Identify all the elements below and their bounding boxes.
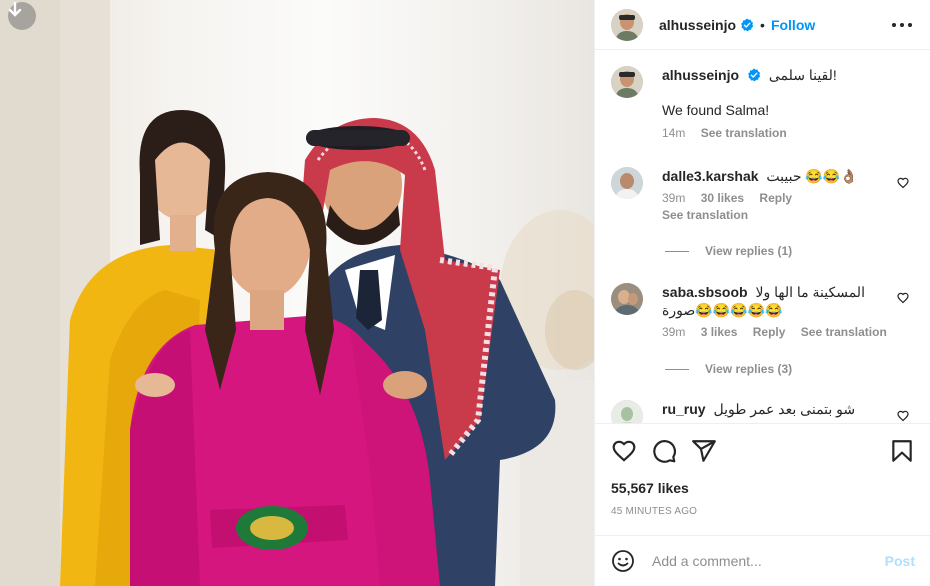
comment-likes[interactable]: 30 likes [701,191,744,205]
view-replies-button[interactable]: View replies (3) [665,362,792,376]
comment-input[interactable] [652,553,872,569]
comment: dalle3.karshak حبيبت 😂😂👌🏽 39m 30 likes R… [611,167,915,227]
comment-username[interactable]: saba.sbsoob [662,284,748,300]
follow-button[interactable]: Follow [771,17,815,33]
download-button[interactable] [8,2,36,30]
verified-icon [741,18,754,31]
avatar[interactable] [611,8,643,41]
avatar-image [611,66,643,98]
heart-icon[interactable] [611,438,637,464]
add-comment-bar: Post [595,535,930,586]
reply-button[interactable]: Reply [759,191,792,205]
post-panel: alhusseinjo • Follow alhusseinjo لقينا س… [594,0,930,586]
caption-english: We found Salma! [662,102,770,118]
heart-icon[interactable] [897,292,909,304]
post-timestamp[interactable]: 45 MINUTES AGO [611,506,697,517]
comment-time[interactable]: 39m [662,191,685,205]
verified-icon [748,68,761,82]
see-translation-link[interactable]: See translation [701,126,787,140]
see-translation-link[interactable]: See translation [662,208,915,222]
comment: saba.sbsoob المسكينة ما الها ولا صورة😂😂😂… [611,283,915,353]
post-actions: 55,567 likes 45 MINUTES AGO [595,423,930,535]
caption-arabic: لقينا سلمى! [768,67,837,83]
post-comment-button[interactable]: Post [885,553,915,569]
comment-username[interactable]: ru_ruy [662,401,706,417]
heart-icon[interactable] [897,177,909,189]
download-icon [8,2,22,17]
comment: ru_ruy شو بتمنى بعد عمر طويل [611,400,915,423]
comment-username[interactable]: dalle3.karshak [662,168,759,184]
more-options-button[interactable] [892,17,912,33]
see-translation-link[interactable]: See translation [801,325,887,339]
separator-dot: • [760,16,765,33]
heart-icon[interactable] [897,410,909,422]
avatar-image [611,167,643,199]
post-header: alhusseinjo • Follow [595,0,930,50]
avatar-image [611,8,643,41]
emoji-icon[interactable] [611,549,635,573]
author-username[interactable]: alhusseinjo [659,17,736,33]
avatar[interactable] [611,400,643,423]
likes-count[interactable]: 55,567 likes [611,480,689,496]
comment-text: شو بتمنى بعد عمر طويل [713,401,856,417]
avatar-image [611,400,643,423]
comment-likes[interactable]: 3 likes [701,325,738,339]
bookmark-icon[interactable] [889,438,915,464]
caption-username[interactable]: alhusseinjo [662,67,739,83]
avatar[interactable] [611,66,643,98]
avatar[interactable] [611,167,643,199]
comment-text: المسكينة ما الها ولا [755,284,865,300]
avatar[interactable] [611,283,643,315]
comment-text: حبيبت 😂😂👌🏽 [766,168,858,184]
reply-button[interactable]: Reply [753,325,786,339]
comment-text-continued: صورة😂😂😂😂😂 [662,302,783,318]
post-photo[interactable] [0,0,594,586]
caption-time[interactable]: 14m [662,126,685,140]
avatar-image [611,283,643,315]
photo-illustration [0,0,594,586]
comment-time[interactable]: 39m [662,325,685,339]
comment-icon[interactable] [651,438,677,464]
more-icon [892,23,896,27]
share-icon[interactable] [691,438,717,464]
view-replies-button[interactable]: View replies (1) [665,244,792,258]
comments-list[interactable]: alhusseinjo لقينا سلمى! We found Salma! … [595,51,930,423]
caption: alhusseinjo لقينا سلمى! We found Salma! … [611,66,915,161]
